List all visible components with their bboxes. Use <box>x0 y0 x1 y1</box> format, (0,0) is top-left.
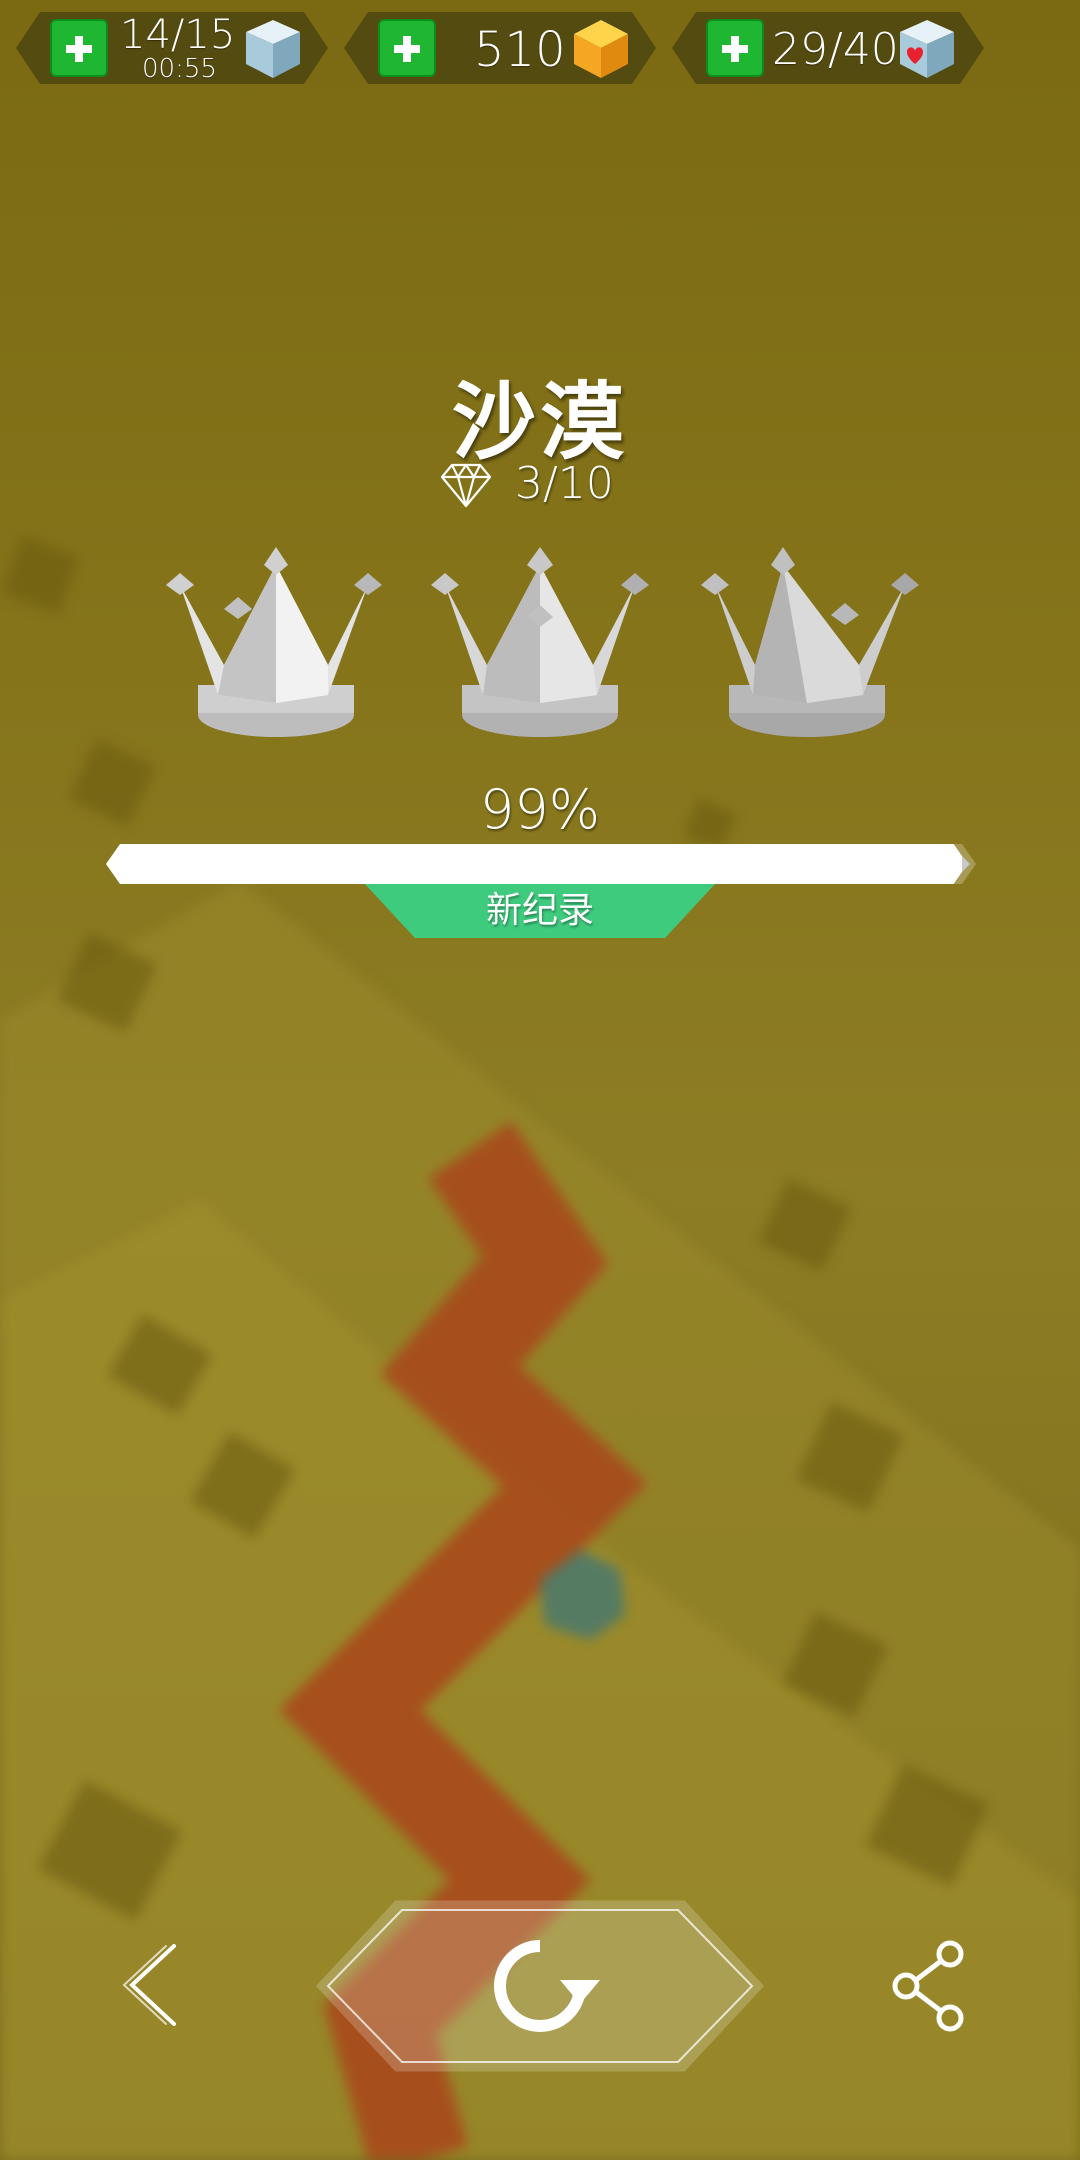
gem-count: 510 <box>474 22 566 78</box>
back-button[interactable] <box>118 1940 188 2030</box>
ice-cube-icon <box>246 20 300 78</box>
lives-timer: 00:55 <box>142 54 217 84</box>
add-lives-button[interactable] <box>50 19 108 77</box>
new-record-label: 新纪录 <box>485 890 594 931</box>
diamond-icon <box>440 463 492 508</box>
diamond-count: 3/10 <box>515 458 614 509</box>
crown-1-icon <box>166 547 382 737</box>
share-icon <box>892 1940 964 2032</box>
background-scene <box>0 536 1080 2160</box>
lives-count: 14/15 <box>120 12 236 58</box>
add-hearts-button[interactable] <box>706 19 764 77</box>
gem-counter: 510 <box>344 12 656 84</box>
hearts-count: 29/40 <box>772 24 899 75</box>
heart-cube-icon <box>900 20 954 78</box>
gold-gem-icon <box>574 20 628 78</box>
new-record-badge: 新纪录 <box>365 884 715 938</box>
replay-button[interactable] <box>312 1898 768 2074</box>
progress-bar <box>106 844 976 884</box>
chevron-left-icon <box>122 1944 176 2026</box>
lives-counter: 14/15 00:55 <box>16 12 328 84</box>
game-screen: 14/15 00:55 510 29/40 沙漠 3/10 99% 新纪录 <box>0 0 1080 2160</box>
hearts-counter: 29/40 <box>672 12 984 84</box>
crown-2-icon <box>431 547 649 737</box>
diamond-progress: 3/10 <box>440 458 680 514</box>
add-gems-button[interactable] <box>378 19 436 77</box>
share-button[interactable] <box>890 1938 970 2032</box>
progress-percent: 99% <box>479 778 601 841</box>
crown-3-icon <box>701 547 919 737</box>
